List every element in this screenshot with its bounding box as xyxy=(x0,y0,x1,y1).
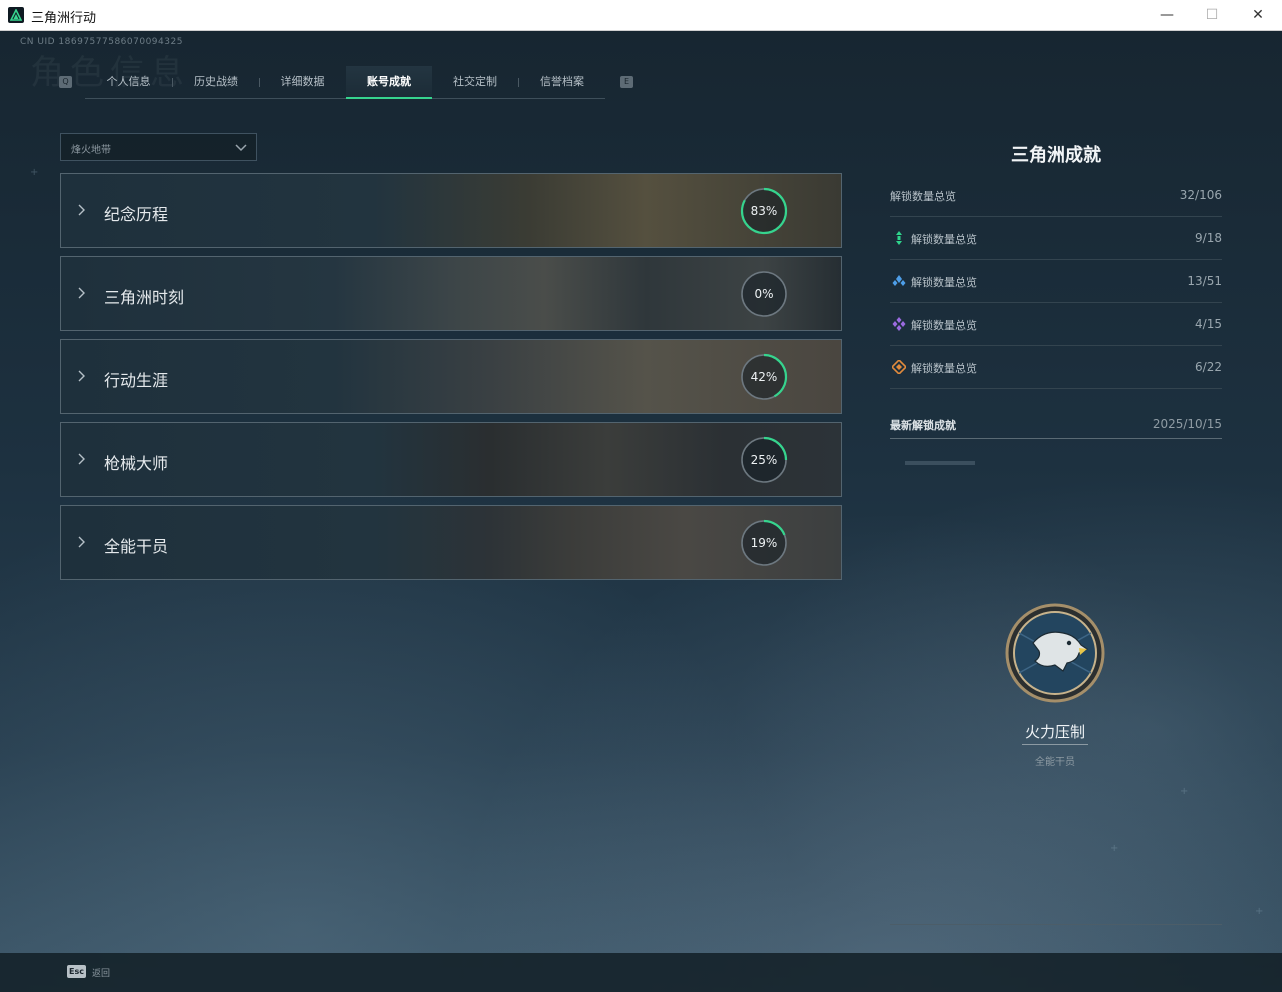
stat-row-orange: 解锁数量总览 6/22 xyxy=(890,346,1222,389)
deco-plus-icon: + xyxy=(1180,786,1189,797)
maximize-button[interactable]: ☐ xyxy=(1189,0,1235,30)
achievement-category: 全能干员 xyxy=(1035,757,1075,768)
tab-prev-key[interactable]: Q xyxy=(59,76,72,88)
stat-label: 解锁数量总览 xyxy=(911,233,977,246)
tab-social[interactable]: 社交定制 xyxy=(432,66,518,98)
footer-bar: Esc 返回 xyxy=(0,953,1282,992)
minimize-button[interactable]: — xyxy=(1144,0,1190,30)
category-card-operator[interactable]: 全能干员 19% xyxy=(60,505,842,580)
stat-row-blue: 解锁数量总览 13/51 xyxy=(890,260,1222,303)
user-uid: CN UID 18697577586070094325 xyxy=(20,37,183,47)
main-area: 角色信息 CN UID 18697577586070094325 + + + +… xyxy=(0,31,1282,992)
stat-value: 6/22 xyxy=(1195,360,1222,374)
tab-bar: 个人信息 历史战绩 详细数据 账号成就 社交定制 信誉档案 xyxy=(85,66,605,99)
category-name: 行动生涯 xyxy=(104,371,169,390)
tab-next-key[interactable]: E xyxy=(620,76,633,88)
tab-achievements[interactable]: 账号成就 xyxy=(346,66,432,99)
tab-reputation[interactable]: 信誉档案 xyxy=(519,66,605,98)
green-tier-icon xyxy=(896,231,902,245)
category-card-moments[interactable]: 三角洲时刻 0% xyxy=(60,256,842,331)
stat-label: 解锁数量总览 xyxy=(911,319,977,332)
card-background xyxy=(61,340,841,413)
chevron-right-icon xyxy=(78,536,85,548)
esc-key[interactable]: Esc xyxy=(67,965,86,978)
category-card-career[interactable]: 行动生涯 42% xyxy=(60,339,842,414)
progress-label: 19% xyxy=(750,536,778,550)
deco-plus-icon: + xyxy=(1110,843,1119,854)
achievement-name: 火力压制 xyxy=(1024,723,1085,741)
tab-details[interactable]: 详细数据 xyxy=(260,66,345,98)
stat-label: 解锁数量总览 xyxy=(911,362,977,375)
chevron-right-icon xyxy=(78,287,85,299)
app-logo-icon xyxy=(8,7,24,23)
panel-title: 三角洲成就 xyxy=(1011,145,1101,166)
deco-plus-icon: + xyxy=(30,167,39,178)
tab-history[interactable]: 历史战绩 xyxy=(173,66,259,98)
deco-plus-icon: + xyxy=(1255,906,1264,917)
chevron-down-icon xyxy=(235,144,247,152)
panel-divider xyxy=(890,924,1222,925)
category-card-memorial[interactable]: 纪念历程 83% xyxy=(60,173,842,248)
category-card-weapons[interactable]: 枪械大师 25% xyxy=(60,422,842,497)
chevron-right-icon xyxy=(78,204,85,216)
progress-label: 83% xyxy=(750,204,778,218)
window-title: 三角洲行动 xyxy=(31,11,97,26)
window-titlebar: 三角洲行动 — ☐ ✕ xyxy=(0,0,1282,31)
stat-row-total: 解锁数量总览 32/106 xyxy=(890,174,1222,217)
achievement-divider xyxy=(1022,744,1088,745)
chevron-right-icon xyxy=(78,453,85,465)
card-background xyxy=(61,423,841,496)
blue-tier-icon xyxy=(892,275,906,286)
latest-date: 2025/10/15 xyxy=(1152,417,1222,431)
latest-achievement-row: 最新解锁成就 2025/10/15 xyxy=(890,410,1222,439)
stat-label: 解锁数量总览 xyxy=(911,276,977,289)
stat-row-green: 解锁数量总览 9/18 xyxy=(890,217,1222,260)
mode-select-value: 烽火地带 xyxy=(71,145,111,156)
mode-select[interactable]: 烽火地带 xyxy=(60,133,257,161)
progress-label: 25% xyxy=(750,453,778,467)
progress-label: 42% xyxy=(750,370,778,384)
category-name: 三角洲时刻 xyxy=(104,288,185,307)
progress-label: 0% xyxy=(754,287,774,301)
stat-row-purple: 解锁数量总览 4/15 xyxy=(890,303,1222,346)
latest-label: 最新解锁成就 xyxy=(890,419,956,432)
back-label[interactable]: 返回 xyxy=(92,966,110,979)
category-name: 纪念历程 xyxy=(104,205,169,224)
blurred-text-placeholder xyxy=(905,461,975,465)
stat-label: 解锁数量总览 xyxy=(890,190,956,203)
stat-value: 9/18 xyxy=(1195,231,1222,245)
stat-value: 13/51 xyxy=(1187,274,1222,288)
stat-value: 32/106 xyxy=(1179,188,1222,202)
close-button[interactable]: ✕ xyxy=(1235,0,1281,30)
eagle-emblem-icon[interactable] xyxy=(1005,603,1105,703)
stat-value: 4/15 xyxy=(1195,317,1222,331)
tab-profile[interactable]: 个人信息 xyxy=(85,66,172,98)
orange-tier-icon xyxy=(892,360,906,374)
purple-tier-icon xyxy=(892,317,906,331)
category-name: 枪械大师 xyxy=(104,454,169,473)
card-background xyxy=(61,174,841,247)
card-background xyxy=(61,506,841,579)
chevron-right-icon xyxy=(78,370,85,382)
category-name: 全能干员 xyxy=(104,537,169,556)
